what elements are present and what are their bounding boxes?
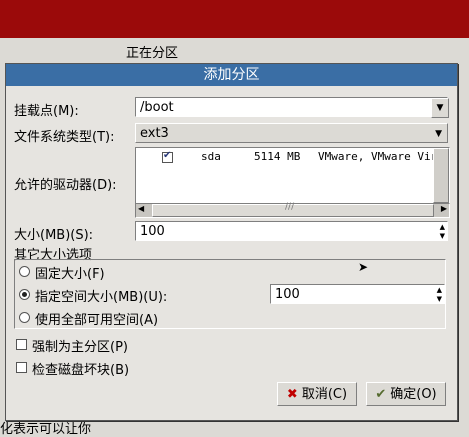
background-titlebar bbox=[0, 0, 469, 38]
mount-point-label: 挂载点(M): bbox=[14, 104, 79, 119]
dialog-title: 添加分区 bbox=[6, 64, 457, 86]
chevron-down-icon: ▼ bbox=[436, 103, 444, 113]
check-bad-blocks-label: 检查磁盘坏块(B) bbox=[32, 363, 130, 378]
partition-section-label: 正在分区 bbox=[126, 46, 179, 61]
size-input[interactable]: 100 ▲ ▼ bbox=[135, 221, 448, 241]
mouse-cursor-icon: ➤ bbox=[358, 260, 369, 274]
check-bad-blocks-row[interactable]: 检查磁盘坏块(B) bbox=[16, 359, 216, 378]
drives-label: 允许的驱动器(D): bbox=[14, 178, 117, 193]
fill-up-to-radio-row[interactable]: 指定空间大小(MB)(U): bbox=[19, 286, 269, 305]
scroll-right-icon[interactable]: ▶ bbox=[441, 204, 447, 213]
drive-model: VMware, VMware Virtua bbox=[318, 150, 448, 163]
force-primary-checkbox[interactable] bbox=[16, 339, 27, 350]
check-bad-blocks-checkbox[interactable] bbox=[16, 362, 27, 373]
size-label: 大小(MB)(S): bbox=[14, 228, 94, 243]
mount-point-input[interactable]: /boot bbox=[135, 97, 448, 117]
drive-checkbox[interactable]: ✔ bbox=[162, 150, 173, 163]
fill-all-radio[interactable] bbox=[19, 312, 30, 323]
fill-up-to-value: 100 bbox=[275, 287, 300, 302]
fill-up-to-input[interactable]: 100 ▲ ▼ bbox=[270, 284, 445, 304]
size-value: 100 bbox=[140, 224, 165, 239]
fixed-size-label: 固定大小(F) bbox=[35, 267, 105, 282]
fill-up-to-label: 指定空间大小(MB)(U): bbox=[35, 290, 168, 305]
fill-all-radio-row[interactable]: 使用全部可用空间(A) bbox=[19, 309, 269, 328]
spin-buttons-icon[interactable]: ▲ ▼ bbox=[437, 286, 442, 304]
fs-type-value: ext3 bbox=[140, 126, 169, 141]
fill-up-to-radio[interactable] bbox=[19, 289, 30, 300]
mount-point-dropdown-button[interactable]: ▼ bbox=[431, 98, 449, 118]
chevron-down-icon: ▼ bbox=[435, 129, 442, 139]
ok-button[interactable]: ✔ 确定(O) bbox=[366, 382, 446, 406]
checkmark-icon: ✔ bbox=[163, 150, 172, 161]
fs-type-label: 文件系统类型(T): bbox=[14, 130, 115, 145]
vertical-scrollbar[interactable] bbox=[433, 148, 449, 203]
ok-icon: ✔ bbox=[375, 387, 387, 402]
fixed-size-radio[interactable] bbox=[19, 266, 30, 277]
drive-name: sda bbox=[201, 150, 221, 163]
force-primary-row[interactable]: 强制为主分区(P) bbox=[16, 336, 216, 355]
fs-type-select[interactable]: ext3 ▼ bbox=[135, 123, 448, 143]
force-primary-label: 强制为主分区(P) bbox=[32, 340, 128, 355]
fixed-size-radio-row[interactable]: 固定大小(F) bbox=[19, 263, 219, 282]
ok-label: 确定(O) bbox=[390, 387, 437, 402]
cancel-icon: ✖ bbox=[286, 387, 298, 402]
cancel-button[interactable]: ✖ 取消(C) bbox=[277, 382, 357, 406]
mount-point-value: /boot bbox=[140, 100, 174, 115]
grip-icon: /// bbox=[285, 202, 295, 212]
add-partition-dialog: 添加分区 挂载点(M): /boot ▼ 文件系统类型(T): ext3 ▼ 允… bbox=[5, 63, 458, 421]
fill-all-label: 使用全部可用空间(A) bbox=[35, 313, 159, 328]
scroll-left-icon[interactable]: ◀ bbox=[138, 204, 144, 213]
spin-buttons-icon[interactable]: ▲ ▼ bbox=[440, 223, 445, 241]
horizontal-scrollbar[interactable]: ◀ /// ▶ bbox=[135, 202, 450, 218]
scrollbar-thumb[interactable]: /// bbox=[152, 202, 434, 217]
cancel-label: 取消(C) bbox=[301, 387, 348, 402]
drive-row[interactable]: ✔ sda 5114 MB VMware, VMware Virtua bbox=[136, 150, 448, 166]
drive-size: 5114 MB bbox=[254, 150, 301, 163]
